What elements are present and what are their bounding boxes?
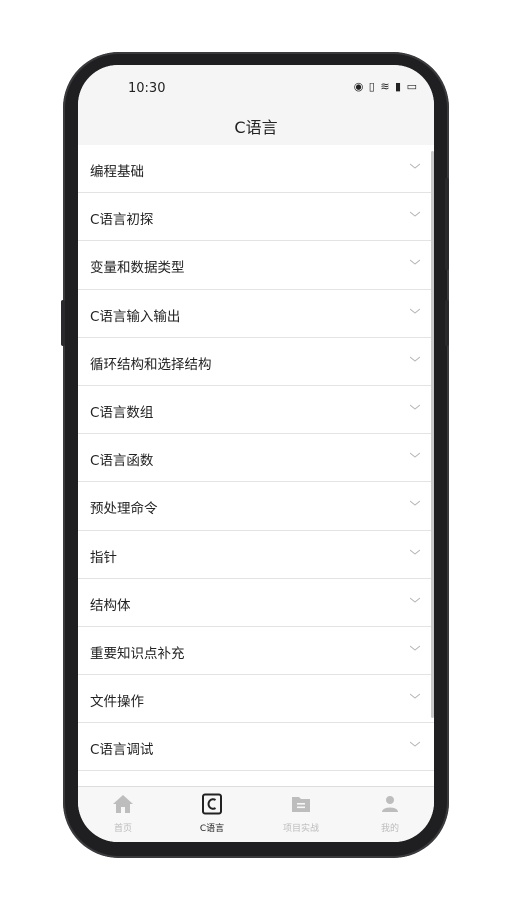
chapter-label: 预处理命令: [90, 501, 158, 518]
chevron-down-icon: [410, 211, 420, 217]
chapter-item[interactable]: 编程基础: [78, 145, 434, 194]
chapter-item[interactable]: 结构体: [78, 578, 434, 627]
chapter-item[interactable]: C语言函数: [78, 434, 434, 483]
chapter-label: 变量和数据类型: [90, 260, 185, 277]
status-icons: ◉ ▯ ≋ ▮ ▭: [353, 80, 418, 93]
side-button: [445, 300, 449, 346]
chevron-down-icon: [410, 693, 420, 699]
app-screen: 10:30 ◉ ▯ ≋ ▮ ▭ C语言 编程基础 C语言初探 变量和数据类型 C…: [78, 65, 434, 842]
chapter-label: 编程基础: [90, 164, 144, 180]
chevron-down-icon: [410, 645, 420, 651]
navigation-bar: C语言: [78, 105, 434, 145]
chapter-label: C语言输入输出: [90, 308, 181, 325]
chevron-down-icon: [410, 356, 420, 362]
chapter-label: C语言调试: [90, 742, 154, 759]
chapter-item[interactable]: C语言调试: [78, 723, 434, 772]
bottom-tab-bar: 首页 C语言 项目实战 我的: [78, 786, 434, 842]
chevron-down-icon: [410, 500, 420, 506]
chevron-down-icon: [410, 163, 420, 169]
chevron-down-icon: [410, 549, 420, 555]
scrollbar[interactable]: [431, 151, 434, 718]
tab-label: 我的: [380, 824, 399, 834]
chapter-label: 文件操作: [90, 694, 144, 711]
status-time: 10:30: [128, 81, 166, 96]
chapter-list: 编程基础 C语言初探 变量和数据类型 C语言输入输出 循环结构和选择结构 C语言…: [78, 145, 434, 786]
chapter-item[interactable]: 指针: [78, 530, 434, 579]
folder-icon: [292, 797, 310, 812]
home-icon: [113, 795, 133, 813]
tab-label: 项目实战: [282, 824, 319, 834]
chapter-label: 指针: [90, 549, 117, 566]
chapter-item[interactable]: 循环结构和选择结构: [78, 337, 434, 386]
tab-c-language[interactable]: C语言: [182, 793, 242, 834]
page-title: C语言: [234, 118, 278, 137]
chapter-label: C语言初探: [90, 212, 154, 229]
chapter-label: C语言数组: [90, 404, 154, 421]
chapter-label: 结构体: [90, 597, 131, 614]
tab-profile[interactable]: 我的: [360, 793, 420, 834]
chapter-item[interactable]: C语言数组: [78, 385, 434, 435]
chevron-down-icon: [410, 259, 420, 266]
power-button: [445, 178, 449, 270]
chapter-label: C语言函数: [90, 453, 154, 470]
chevron-down-icon: [410, 404, 420, 410]
user-icon: [382, 796, 398, 812]
chapter-item[interactable]: 文件操作: [78, 675, 434, 724]
chevron-down-icon: [410, 741, 420, 747]
tab-label: 首页: [113, 824, 132, 834]
volume-button: [61, 300, 65, 346]
chapter-label: 循环结构和选择结构: [90, 356, 212, 373]
chapter-label: 重要知识点补充: [90, 645, 185, 662]
chevron-down-icon: [410, 452, 420, 458]
tab-projects[interactable]: 项目实战: [271, 793, 331, 834]
chapter-item[interactable]: C语言初探: [78, 193, 434, 242]
c-language-icon: [202, 793, 222, 815]
chapter-item[interactable]: 重要知识点补充: [78, 626, 434, 676]
status-bar: 10:30 ◉ ▯ ≋ ▮ ▭: [78, 65, 434, 105]
tab-label: C语言: [199, 824, 225, 834]
chapter-item[interactable]: 预处理命令: [78, 482, 434, 531]
chapter-item[interactable]: C语言输入输出: [78, 289, 434, 338]
tab-home[interactable]: 首页: [93, 793, 153, 834]
chevron-down-icon: [410, 597, 420, 603]
chapter-item[interactable]: 变量和数据类型: [78, 241, 434, 290]
chevron-down-icon: [410, 308, 420, 314]
